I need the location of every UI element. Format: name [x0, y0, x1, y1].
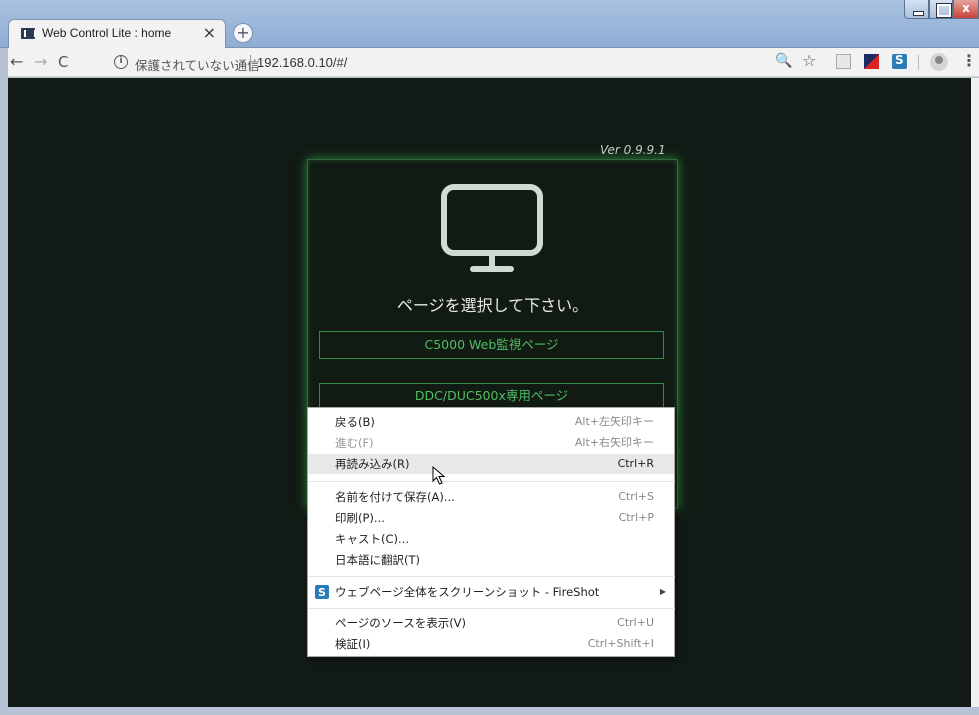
mouse-cursor-icon	[432, 466, 446, 485]
c5000-monitor-button[interactable]: C5000 Web監視ページ	[319, 331, 664, 359]
minimize-window-button[interactable]	[904, 0, 929, 19]
menu-divider	[309, 608, 675, 609]
reload-icon[interactable]: C	[58, 53, 68, 71]
maximize-window-button[interactable]	[929, 0, 953, 19]
menu-item-translate[interactable]: 日本語に翻訳(T)	[308, 550, 674, 570]
menu-item-shortcut: Ctrl+P	[618, 511, 654, 524]
divider	[918, 55, 919, 70]
url-text[interactable]: 192.168.0.10/#/	[257, 55, 347, 70]
context-menu: 戻る(B) Alt+左矢印キー 進む(F) Alt+右矢印キー 再読み込み(R)…	[307, 407, 675, 657]
menu-item-fireshot[interactable]: ウェブページ全体をスクリーンショット - FireShot ▶	[308, 582, 674, 603]
tab-title: Web Control Lite : home	[42, 26, 172, 40]
scrollbar[interactable]	[971, 78, 979, 707]
browser-toolbar: ← → C i 保護されていない通信 192.168.0.10/#/ 🔍 ☆ ⋮	[0, 48, 979, 77]
close-window-button[interactable]: x	[953, 0, 979, 19]
fireshot-extension-icon[interactable]	[892, 53, 907, 69]
menu-item-back[interactable]: 戻る(B) Alt+左矢印キー	[308, 412, 674, 432]
submenu-arrow-icon: ▶	[659, 587, 666, 596]
window-frame	[0, 707, 979, 715]
extension-flag-icon[interactable]	[864, 54, 879, 69]
menu-item-label: 再読み込み(R)	[335, 457, 410, 471]
menu-item-label: 進む(F)	[335, 436, 374, 450]
menu-item-shortcut: Alt+左矢印キー	[574, 415, 654, 428]
menu-item-label: 日本語に翻訳(T)	[335, 553, 420, 567]
site-favicon-icon	[21, 28, 36, 39]
new-tab-button[interactable]: +	[233, 23, 253, 43]
menu-divider	[309, 576, 675, 577]
menu-item-shortcut: Ctrl+S	[618, 490, 654, 503]
menu-item-label: 印刷(P)...	[335, 511, 385, 525]
profile-avatar-icon[interactable]	[930, 53, 948, 71]
title-bar: Web Control Lite : home × + x	[0, 0, 979, 48]
menu-item-shortcut: Ctrl+Shift+I	[587, 637, 654, 650]
window-frame	[0, 48, 8, 715]
menu-item-shortcut: Alt+右矢印キー	[574, 436, 654, 449]
menu-item-print[interactable]: 印刷(P)... Ctrl+P	[308, 508, 674, 528]
menu-item-label: 検証(I)	[335, 637, 371, 651]
version-label: Ver 0.9.9.1	[600, 143, 666, 157]
page-prompt: ページを選択して下さい。	[396, 296, 589, 315]
back-arrow-icon[interactable]: ←	[10, 52, 23, 71]
menu-item-label: 名前を付けて保存(A)...	[335, 490, 455, 504]
menu-item-forward[interactable]: 進む(F) Alt+右矢印キー	[308, 433, 674, 453]
bookmark-star-icon[interactable]: ☆	[802, 51, 816, 70]
menu-item-label: ページのソースを表示(V)	[335, 616, 467, 630]
browser-tab[interactable]: Web Control Lite : home ×	[8, 19, 226, 48]
menu-divider	[309, 481, 675, 482]
menu-item-shortcut: Ctrl+R	[617, 457, 654, 470]
ddc-duc-button[interactable]: DDC/DUC500x専用ページ	[319, 383, 664, 409]
menu-item-label: 戻る(B)	[335, 415, 375, 429]
menu-item-label: ウェブページ全体をスクリーンショット - FireShot	[335, 585, 600, 599]
close-tab-icon[interactable]: ×	[203, 23, 216, 42]
menu-item-shortcut: Ctrl+U	[617, 616, 654, 629]
fireshot-icon	[315, 583, 329, 603]
address-bar[interactable]: i 保護されていない通信 192.168.0.10/#/	[84, 50, 824, 75]
menu-item-save-as[interactable]: 名前を付けて保存(A)... Ctrl+S	[308, 487, 674, 507]
zoom-icon[interactable]: 🔍	[775, 53, 792, 69]
menu-item-label: キャスト(C)...	[335, 532, 409, 546]
menu-item-cast[interactable]: キャスト(C)...	[308, 529, 674, 549]
divider	[250, 55, 251, 71]
extension-icon[interactable]	[836, 54, 851, 69]
forward-arrow-icon[interactable]: →	[34, 52, 47, 71]
menu-item-view-source[interactable]: ページのソースを表示(V) Ctrl+U	[308, 613, 674, 633]
menu-item-inspect[interactable]: 検証(I) Ctrl+Shift+I	[308, 634, 674, 654]
browser-menu-icon[interactable]: ⋮	[961, 51, 977, 70]
security-status: 保護されていない通信	[135, 58, 260, 73]
monitor-icon	[441, 184, 543, 272]
info-icon[interactable]: i	[114, 55, 128, 69]
menu-item-reload[interactable]: 再読み込み(R) Ctrl+R	[308, 454, 674, 474]
